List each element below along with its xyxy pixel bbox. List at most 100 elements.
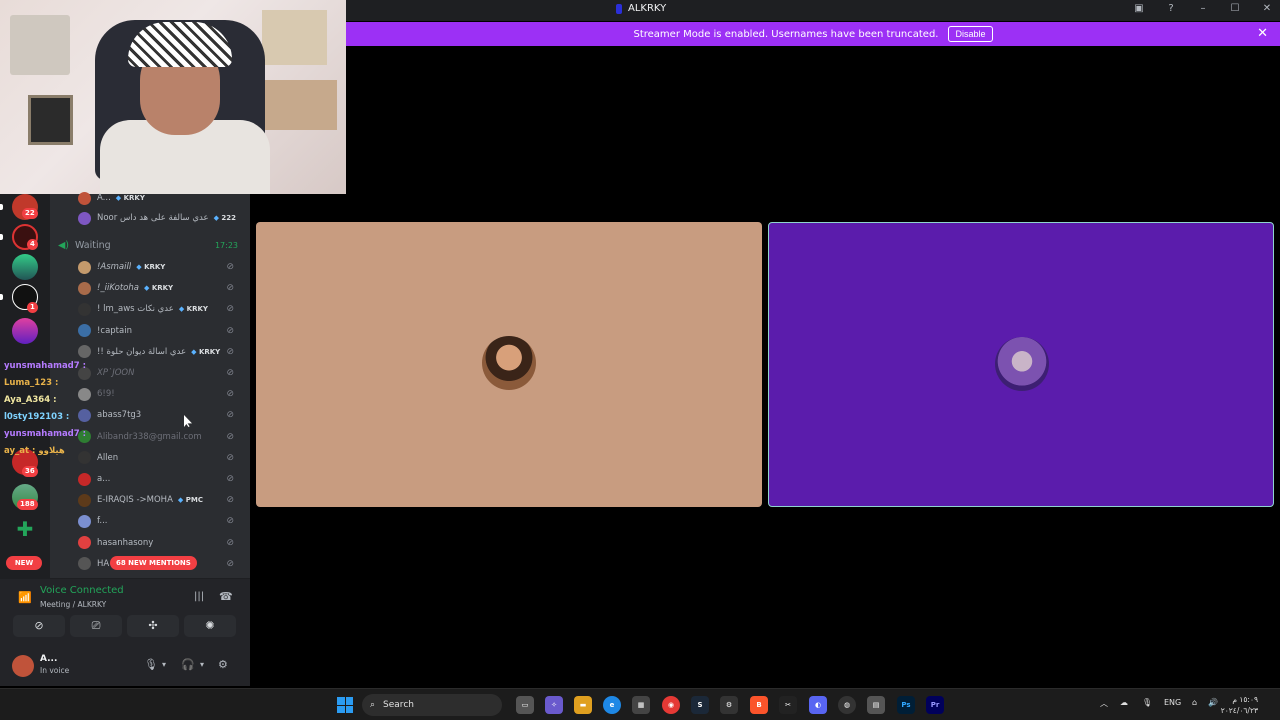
badge: 188 [17, 499, 38, 510]
avatar [78, 191, 91, 205]
deafened-icon: ⊘ [226, 474, 234, 484]
taskbar-search[interactable]: ⌕ Search [362, 694, 502, 716]
disable-button[interactable]: Disable [948, 26, 993, 42]
banner-close-icon[interactable]: ✕ [1257, 26, 1268, 41]
add-server-icon[interactable]: ✚ [12, 516, 38, 542]
soundboard-icon[interactable]: ✺ [184, 615, 236, 637]
edge-icon[interactable]: e [603, 696, 621, 714]
maximize-icon[interactable]: ☐ [1228, 3, 1242, 14]
inbox-icon[interactable]: ▣ [1132, 3, 1146, 14]
avatar [78, 557, 91, 571]
help-icon[interactable]: ? [1164, 3, 1178, 14]
discord-icon[interactable]: ◐ [809, 696, 827, 714]
deafened-icon: ⊘ [226, 262, 234, 272]
chat-message: ay_at : هيلاوو [4, 445, 65, 456]
voice-channel-name[interactable]: Meeting / ALKRKY [40, 600, 106, 609]
network-icon[interactable]: ⌂ [1192, 698, 1197, 707]
participant-tile-speaking[interactable] [768, 222, 1274, 507]
webcam-overlay [0, 0, 346, 194]
window-controls: ▣ ? – ☐ ✕ [1132, 3, 1274, 14]
voice-member[interactable]: hasanhasony ⊘ [78, 533, 246, 553]
voice-member[interactable]: !Asmaill KRKY ⊘ [78, 257, 246, 277]
member-name: HA [97, 558, 110, 569]
deafened-icon: ⊘ [226, 304, 234, 315]
activities-icon[interactable]: ✣ [127, 615, 179, 637]
member-name: a... [97, 474, 111, 484]
user-status: In voice [40, 666, 70, 675]
chat-message: yunsmahamad7 : [4, 428, 87, 439]
deafened-icon: ⊘ [226, 346, 234, 357]
member-name: !captain [97, 325, 132, 336]
user-avatar[interactable] [12, 655, 34, 677]
deafened-icon: ⊘ [226, 495, 234, 506]
voice-channel-waiting[interactable]: ◀) Waiting 17:23 [58, 238, 242, 252]
voice-member[interactable]: A... KRKY [78, 188, 246, 208]
photoshop-icon[interactable]: Ps [897, 696, 915, 714]
shelf-plaque-right [262, 10, 327, 65]
task-view-icon[interactable]: ▭ [516, 696, 534, 714]
steam-icon[interactable]: S [691, 696, 709, 714]
settings-gear-icon[interactable]: ⚙ [218, 658, 228, 671]
tray-chevron-icon[interactable]: ︿ [1100, 698, 1108, 709]
shelf-plaque [10, 15, 70, 75]
deafened-icon: ⊘ [226, 325, 234, 336]
taskbar-clock[interactable]: ١٥:٠٩ م ٢٠٢٤/٠٦/٢٣ [1221, 694, 1258, 716]
chrome-icon[interactable]: ◉ [662, 696, 680, 714]
window-title: ALKRKY [616, 3, 666, 14]
noise-suppression-icon[interactable]: ||| [194, 591, 204, 602]
new-badge[interactable]: NEW [6, 556, 42, 570]
mic-tray-icon[interactable]: 🎙 [1142, 698, 1152, 707]
avatar [78, 536, 91, 550]
banner-text: Streamer Mode is enabled. Usernames have… [633, 28, 939, 40]
windows-taskbar: ⌕ Search ▭ ✧ ▬ e ▦ ◉ S ⚙ B ✂ ◐ ◍ ▤ Ps Pr… [0, 688, 1280, 720]
capcut-icon[interactable]: ✂ [779, 696, 797, 714]
participant-tile[interactable] [256, 222, 762, 507]
headphones-icon[interactable]: 🎧 [181, 658, 195, 671]
chevron-down-icon[interactable]: ▾ [200, 660, 204, 669]
participant-avatar [995, 337, 1049, 391]
chat-message: l0sty192103 : [4, 411, 70, 422]
badge: 4 [27, 239, 38, 250]
volume-icon[interactable]: 🔊 [1208, 698, 1218, 707]
voice-member[interactable]: E-IRAQIS ->MOHA PMC ⊘ [78, 490, 246, 510]
server-icon[interactable] [12, 318, 38, 344]
microphone-icon[interactable]: 🎙 [144, 658, 158, 671]
language-indicator[interactable]: ENG [1164, 698, 1181, 707]
start-button[interactable] [337, 697, 353, 713]
unread-pill [0, 204, 3, 210]
voice-connected-status[interactable]: Voice Connected [40, 585, 124, 596]
avatar [78, 302, 91, 316]
screen-share-icon[interactable]: ⎚ [70, 615, 122, 637]
avatar [78, 260, 91, 274]
server-icon[interactable] [12, 254, 38, 280]
participant-avatar [482, 336, 536, 390]
camera-off-icon[interactable]: ⊘ [13, 615, 65, 637]
store-icon[interactable]: ▦ [632, 696, 650, 714]
voice-member[interactable]: !captain ⊘ [78, 321, 246, 341]
file-explorer-icon[interactable]: ▬ [574, 696, 592, 714]
chat-message: Luma_123 : [4, 377, 59, 388]
app-icon[interactable]: ◍ [838, 696, 856, 714]
brave-icon[interactable]: B [750, 696, 768, 714]
voice-member[interactable]: Noor عدي سالفة على هد داس 222 [78, 208, 246, 228]
voice-member[interactable]: !_iiKotoha KRKY ⊘ [78, 278, 246, 298]
notepad-icon[interactable]: ▤ [867, 696, 885, 714]
disconnect-icon[interactable]: ☎ [219, 590, 233, 603]
onedrive-icon[interactable]: ☁ [1120, 698, 1128, 707]
close-icon[interactable]: ✕ [1260, 3, 1274, 14]
avatar [78, 324, 91, 338]
minimize-icon[interactable]: – [1196, 3, 1210, 14]
user-name[interactable]: A... [40, 654, 57, 664]
settings-icon[interactable]: ⚙ [720, 696, 738, 714]
new-mentions-pill[interactable]: 68 NEW MENTIONS [110, 556, 197, 570]
speaker-icon: ◀) [58, 239, 70, 251]
signal-icon[interactable]: 📶 [18, 591, 32, 604]
badge: 22 [22, 208, 38, 219]
voice-member[interactable]: ! lm_aws عدي نكات KRKY ⊘ [78, 299, 246, 319]
member-name: !Asmaill [97, 262, 132, 272]
chevron-down-icon[interactable]: ▾ [162, 660, 166, 669]
voice-member[interactable]: f... ⊘ [78, 511, 246, 531]
copilot-icon[interactable]: ✧ [545, 696, 563, 714]
voice-member[interactable]: a... ⊘ [78, 469, 246, 489]
premiere-icon[interactable]: Pr [926, 696, 944, 714]
